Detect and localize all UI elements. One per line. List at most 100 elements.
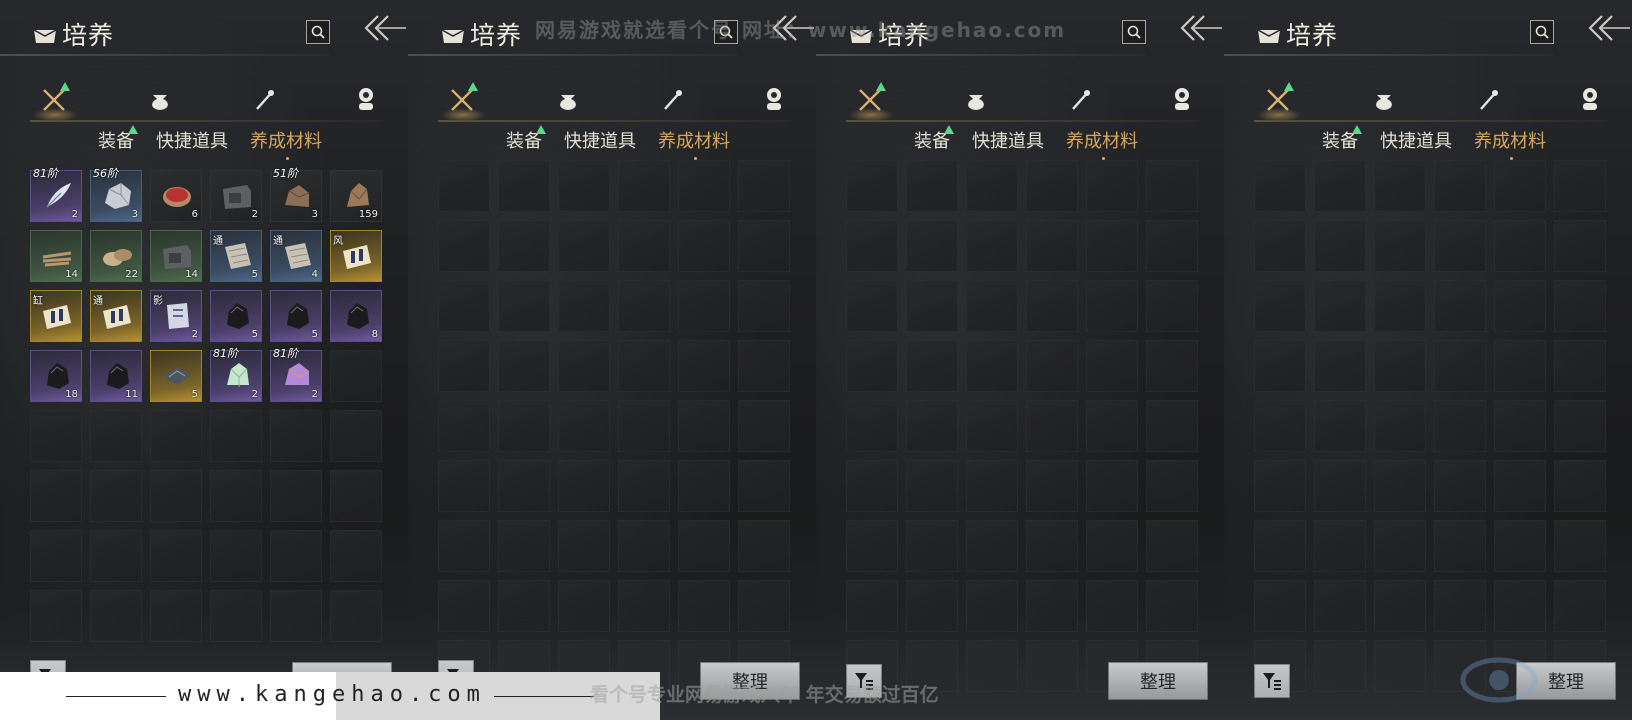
empty-slot[interactable] xyxy=(846,160,898,212)
empty-slot[interactable] xyxy=(906,520,958,572)
empty-slot[interactable] xyxy=(846,580,898,632)
category-tab-4[interactable] xyxy=(1164,82,1200,118)
empty-slot[interactable] xyxy=(738,520,790,572)
sub-tab-3[interactable]: 养成材料 xyxy=(1474,127,1546,160)
empty-slot[interactable] xyxy=(1026,580,1078,632)
empty-slot[interactable] xyxy=(1314,580,1366,632)
empty-slot[interactable] xyxy=(498,340,550,392)
empty-slot[interactable] xyxy=(678,340,730,392)
empty-slot[interactable] xyxy=(1254,460,1306,512)
empty-slot[interactable] xyxy=(1254,400,1306,452)
empty-slot[interactable] xyxy=(90,590,142,642)
empty-slot[interactable] xyxy=(1554,220,1606,272)
empty-slot[interactable] xyxy=(498,280,550,332)
empty-slot[interactable] xyxy=(1554,520,1606,572)
sub-tab-3[interactable]: 养成材料 xyxy=(250,127,322,160)
item-slot[interactable]: 8 xyxy=(330,290,382,342)
empty-slot[interactable] xyxy=(438,580,490,632)
empty-slot[interactable] xyxy=(1434,580,1486,632)
empty-slot[interactable] xyxy=(1026,280,1078,332)
sub-tab-2[interactable]: 快捷道具 xyxy=(564,127,636,153)
empty-slot[interactable] xyxy=(30,410,82,462)
empty-slot[interactable] xyxy=(558,220,610,272)
category-tab-3[interactable] xyxy=(1062,82,1098,118)
empty-slot[interactable] xyxy=(270,410,322,462)
empty-slot[interactable] xyxy=(738,280,790,332)
item-slot[interactable]: 56阶 3 xyxy=(90,167,142,222)
category-tab-4[interactable] xyxy=(348,82,384,118)
empty-slot[interactable] xyxy=(1494,340,1546,392)
empty-slot[interactable] xyxy=(1554,400,1606,452)
filter-button[interactable] xyxy=(1254,664,1290,698)
item-slot[interactable]: 5 xyxy=(150,350,202,402)
empty-slot[interactable] xyxy=(678,520,730,572)
empty-slot[interactable] xyxy=(1434,400,1486,452)
sub-tab-3[interactable]: 养成材料 xyxy=(658,127,730,160)
item-slot[interactable]: 通5 xyxy=(210,230,262,282)
empty-slot[interactable] xyxy=(1494,280,1546,332)
back-icon[interactable] xyxy=(1586,8,1630,48)
category-tab-3[interactable] xyxy=(1470,82,1506,118)
empty-slot[interactable] xyxy=(270,590,322,642)
empty-slot[interactable] xyxy=(150,410,202,462)
empty-slot[interactable] xyxy=(438,160,490,212)
empty-slot[interactable] xyxy=(1026,460,1078,512)
empty-slot[interactable] xyxy=(1086,460,1138,512)
sub-tab-3[interactable]: 养成材料 xyxy=(1066,127,1138,160)
empty-slot[interactable] xyxy=(150,530,202,582)
empty-slot[interactable] xyxy=(438,280,490,332)
empty-slot[interactable] xyxy=(1374,280,1426,332)
empty-slot[interactable] xyxy=(1374,460,1426,512)
sub-tab-2[interactable]: 快捷道具 xyxy=(1380,127,1452,153)
empty-slot[interactable] xyxy=(498,400,550,452)
empty-slot[interactable] xyxy=(1314,460,1366,512)
empty-slot[interactable] xyxy=(846,340,898,392)
empty-slot[interactable] xyxy=(330,350,382,402)
empty-slot[interactable] xyxy=(618,160,670,212)
empty-slot[interactable] xyxy=(678,580,730,632)
empty-slot[interactable] xyxy=(678,280,730,332)
empty-slot[interactable] xyxy=(558,280,610,332)
empty-slot[interactable] xyxy=(1146,220,1198,272)
empty-slot[interactable] xyxy=(1494,580,1546,632)
empty-slot[interactable] xyxy=(1254,520,1306,572)
empty-slot[interactable] xyxy=(738,400,790,452)
empty-slot[interactable] xyxy=(558,580,610,632)
empty-slot[interactable] xyxy=(1374,640,1426,692)
empty-slot[interactable] xyxy=(1026,340,1078,392)
empty-slot[interactable] xyxy=(906,340,958,392)
empty-slot[interactable] xyxy=(966,340,1018,392)
empty-slot[interactable] xyxy=(1554,340,1606,392)
empty-slot[interactable] xyxy=(966,460,1018,512)
category-tab-4[interactable] xyxy=(1572,82,1608,118)
empty-slot[interactable] xyxy=(966,640,1018,692)
empty-slot[interactable] xyxy=(966,520,1018,572)
item-slot[interactable]: 通4 xyxy=(270,230,322,282)
back-icon[interactable] xyxy=(362,8,406,48)
category-tab-2[interactable] xyxy=(1366,82,1402,118)
empty-slot[interactable] xyxy=(1374,220,1426,272)
empty-slot[interactable] xyxy=(498,220,550,272)
empty-slot[interactable] xyxy=(1086,340,1138,392)
empty-slot[interactable] xyxy=(1494,460,1546,512)
category-tab-4[interactable] xyxy=(756,82,792,118)
empty-slot[interactable] xyxy=(1494,160,1546,212)
empty-slot[interactable] xyxy=(1494,400,1546,452)
empty-slot[interactable] xyxy=(618,340,670,392)
empty-slot[interactable] xyxy=(906,160,958,212)
empty-slot[interactable] xyxy=(1086,580,1138,632)
empty-slot[interactable] xyxy=(1146,400,1198,452)
empty-slot[interactable] xyxy=(1314,220,1366,272)
empty-slot[interactable] xyxy=(1494,220,1546,272)
empty-slot[interactable] xyxy=(1026,640,1078,692)
empty-slot[interactable] xyxy=(1314,340,1366,392)
empty-slot[interactable] xyxy=(1494,520,1546,572)
empty-slot[interactable] xyxy=(1314,400,1366,452)
empty-slot[interactable] xyxy=(678,160,730,212)
empty-slot[interactable] xyxy=(966,580,1018,632)
empty-slot[interactable] xyxy=(846,460,898,512)
empty-slot[interactable] xyxy=(1086,400,1138,452)
item-slot[interactable]: 11 xyxy=(90,350,142,402)
back-icon[interactable] xyxy=(1178,8,1222,48)
empty-slot[interactable] xyxy=(1086,520,1138,572)
